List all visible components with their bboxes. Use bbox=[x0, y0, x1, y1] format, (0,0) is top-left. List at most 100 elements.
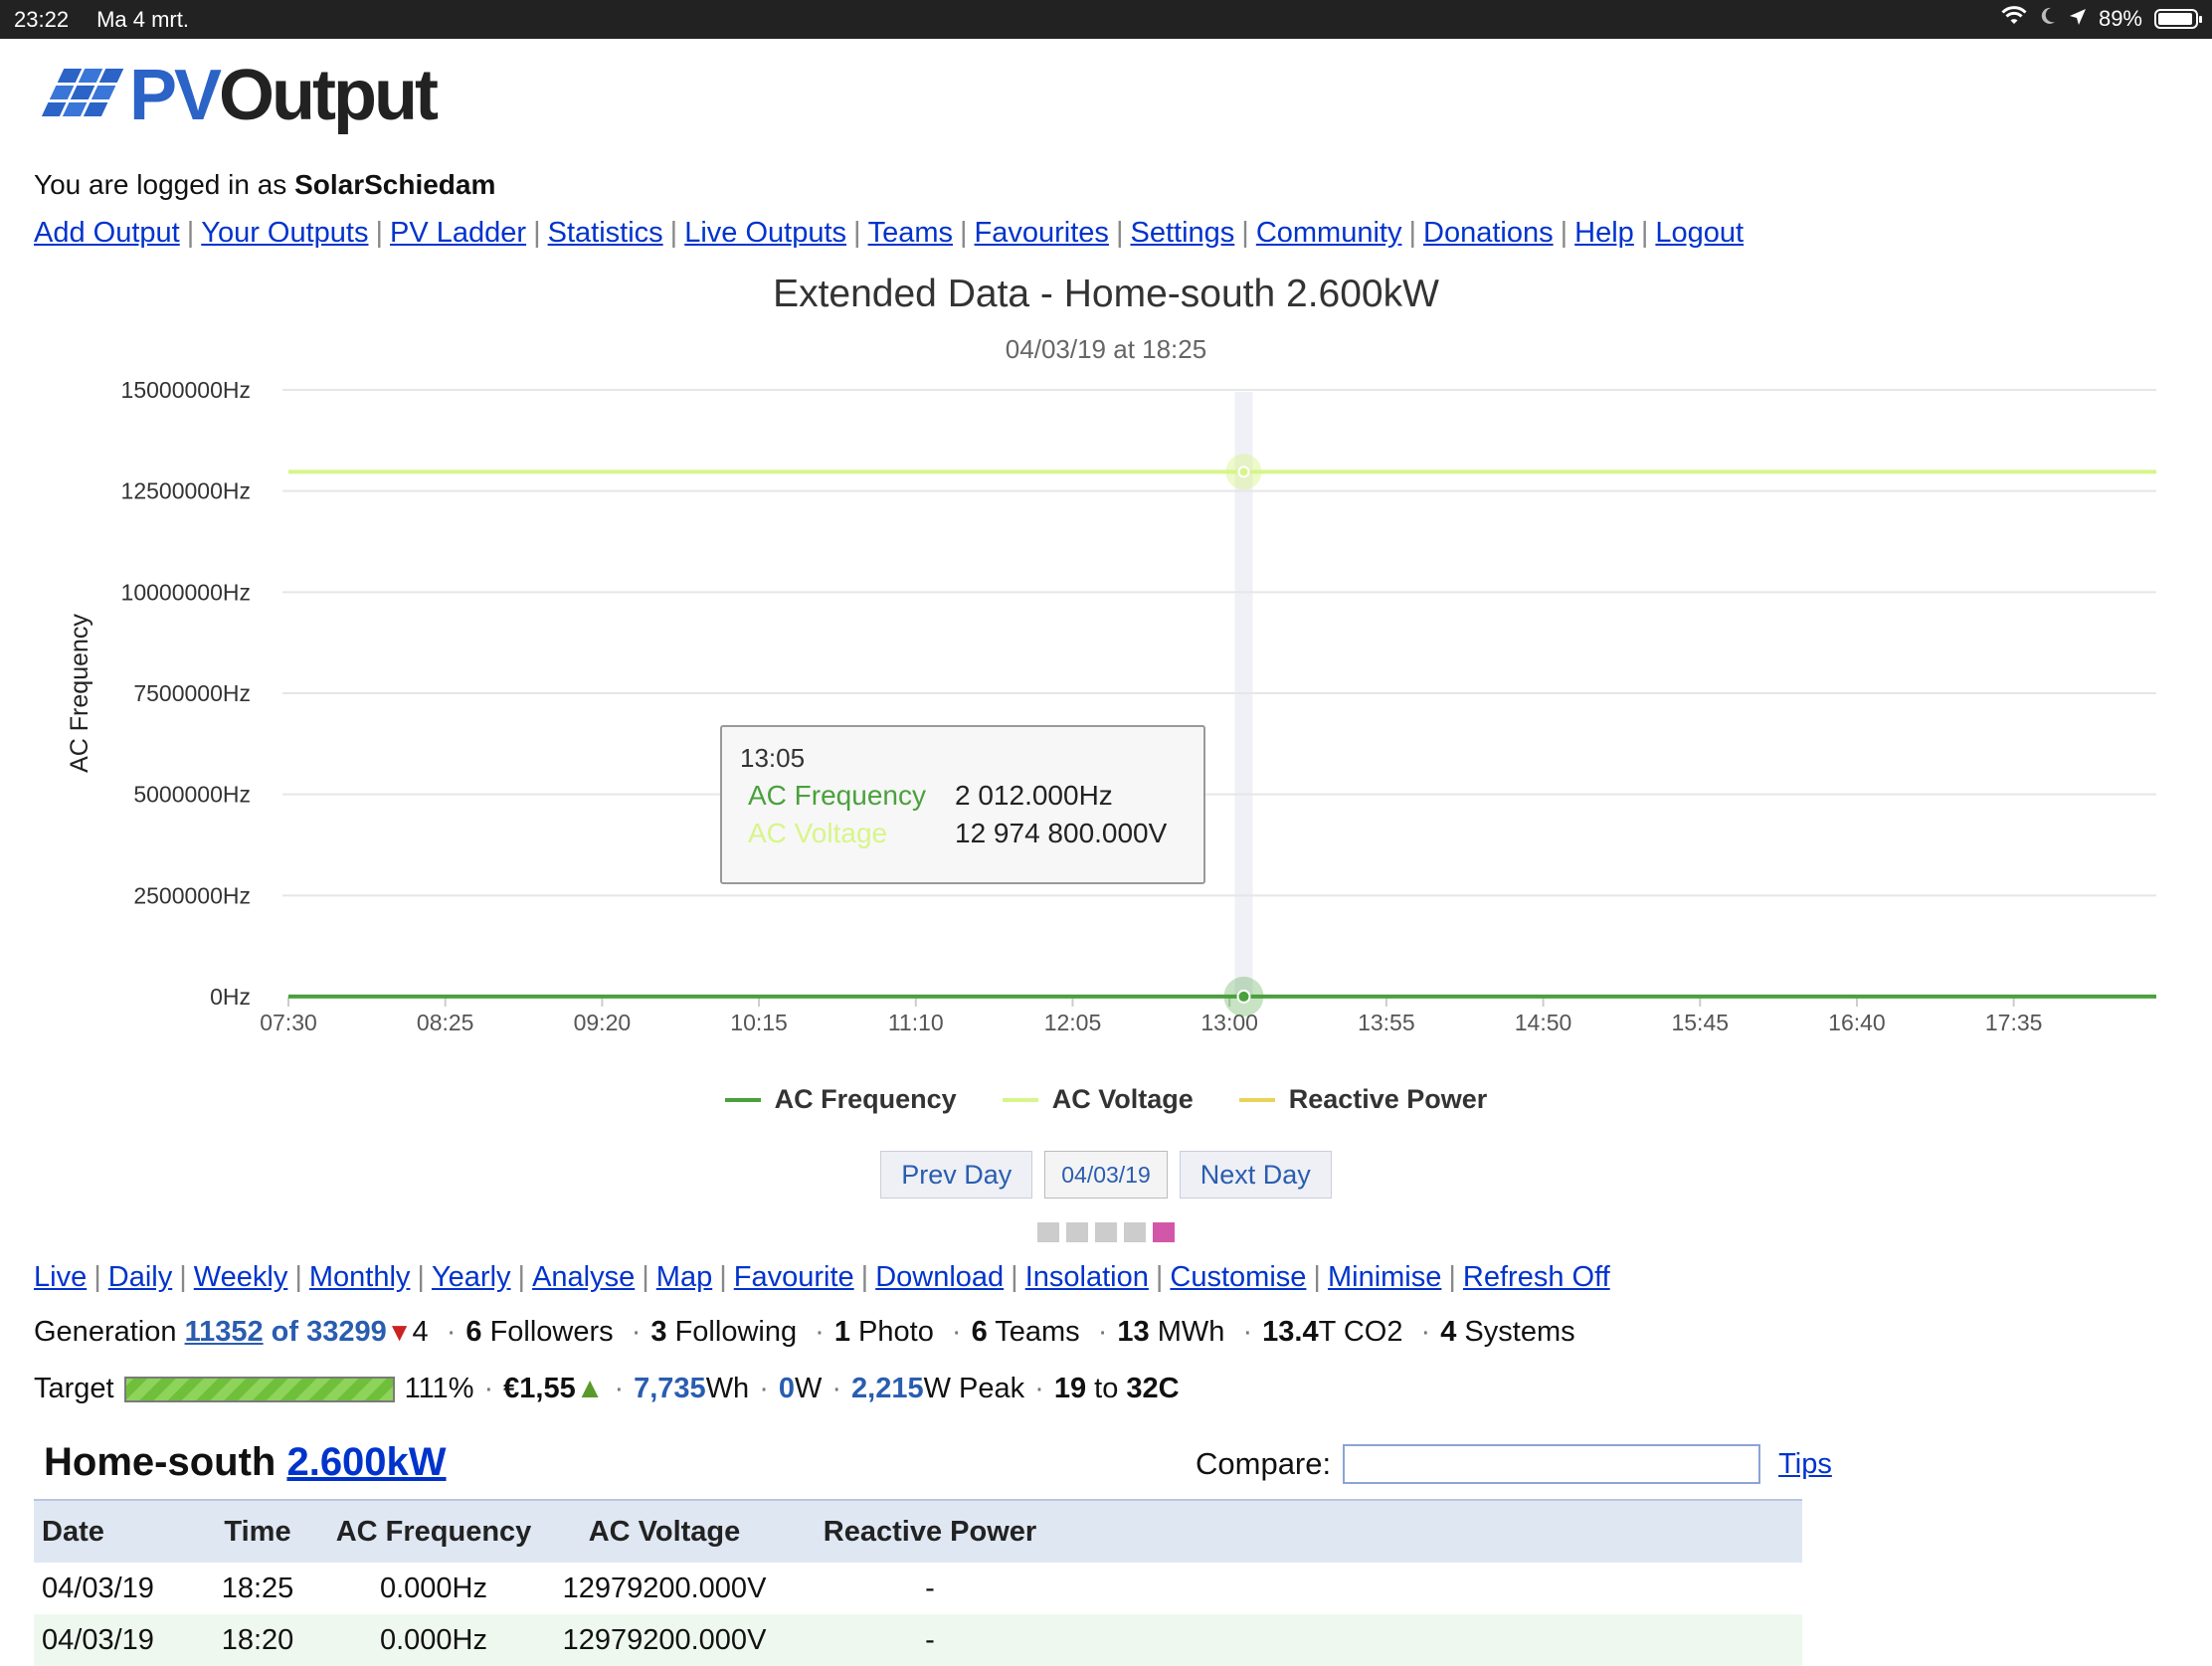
y-tick-label: 12500000Hz bbox=[121, 478, 251, 504]
nav-download[interactable]: Download bbox=[875, 1261, 1004, 1293]
column-header-date[interactable]: Date bbox=[34, 1499, 192, 1563]
nav-help[interactable]: Help bbox=[1574, 217, 1634, 249]
x-tick-label: 15:45 bbox=[1671, 1010, 1729, 1035]
co2-label: T CO2 bbox=[1318, 1316, 1403, 1348]
x-tick-label: 13:55 bbox=[1358, 1010, 1415, 1035]
y-tick-label: 0Hz bbox=[210, 984, 251, 1010]
nav-pv-ladder[interactable]: PV Ladder bbox=[390, 217, 526, 249]
compare-control: Compare: Tips bbox=[1196, 1444, 1832, 1484]
nav-live-outputs[interactable]: Live Outputs bbox=[684, 217, 846, 249]
y-tick-label: 5000000Hz bbox=[133, 782, 251, 808]
nav-settings[interactable]: Settings bbox=[1130, 217, 1234, 249]
legend-label: AC Frequency bbox=[774, 1084, 957, 1114]
nav-teams[interactable]: Teams bbox=[868, 217, 953, 249]
x-tick-label: 07:30 bbox=[260, 1010, 317, 1035]
compare-input[interactable] bbox=[1343, 1444, 1761, 1484]
prev-day-button[interactable]: Prev Day bbox=[880, 1151, 1033, 1199]
chart-legend: AC Frequency AC Voltage Reactive Power bbox=[0, 1084, 2212, 1115]
nav-analyse[interactable]: Analyse bbox=[532, 1261, 635, 1293]
energy-value: 7,735 bbox=[634, 1373, 706, 1404]
rank-change: 4 bbox=[412, 1316, 429, 1348]
generation-of: of 33299 bbox=[271, 1316, 387, 1348]
cell-empty bbox=[1075, 1614, 1802, 1666]
extended-data-table: Date Time AC Frequency AC Voltage Reacti… bbox=[34, 1499, 1802, 1666]
nav-insolation[interactable]: Insolation bbox=[1025, 1261, 1149, 1293]
x-tick-label: 16:40 bbox=[1828, 1010, 1886, 1035]
cell-date: 04/03/19 bbox=[34, 1614, 192, 1666]
y-tick-label: 7500000Hz bbox=[133, 680, 251, 706]
x-tick-label: 10:15 bbox=[730, 1010, 788, 1035]
cell-date: 04/03/19 bbox=[42, 1572, 154, 1604]
page-dot[interactable] bbox=[1037, 1222, 1059, 1242]
hover-point-ac-voltage bbox=[1237, 465, 1250, 478]
next-day-button[interactable]: Next Day bbox=[1179, 1151, 1332, 1199]
solar-panel-icon bbox=[41, 69, 124, 116]
nav-community[interactable]: Community bbox=[1256, 217, 1402, 249]
chart-subtitle: 04/03/19 at 18:25 bbox=[1005, 334, 1207, 364]
x-tick-label: 08:25 bbox=[417, 1010, 474, 1035]
mwh-label: MWh bbox=[1157, 1316, 1225, 1348]
nav-map[interactable]: Map bbox=[656, 1261, 712, 1293]
nav-add-output[interactable]: Add Output bbox=[34, 217, 180, 249]
nav-favourites[interactable]: Favourites bbox=[975, 217, 1109, 249]
y-tick-label: 2500000Hz bbox=[133, 882, 251, 908]
date-picker[interactable]: 04/03/19 bbox=[1044, 1151, 1168, 1199]
system-size-link[interactable]: 2.600kW bbox=[286, 1440, 446, 1484]
temp-high: 32C bbox=[1126, 1373, 1180, 1404]
nav-your-outputs[interactable]: Your Outputs bbox=[201, 217, 368, 249]
table-header-row: Date Time AC Frequency AC Voltage Reacti… bbox=[34, 1499, 1802, 1563]
power-value: 0 bbox=[778, 1373, 795, 1404]
systems-count: 4 bbox=[1440, 1316, 1457, 1348]
energy-unit: Wh bbox=[705, 1373, 750, 1404]
nav-donations[interactable]: Donations bbox=[1423, 217, 1554, 249]
page-dot[interactable] bbox=[1066, 1222, 1088, 1242]
following-count: 3 bbox=[650, 1316, 667, 1348]
photo-label: Photo bbox=[858, 1316, 934, 1348]
x-tick-label: 14:50 bbox=[1515, 1010, 1572, 1035]
nav-favourite[interactable]: Favourite bbox=[734, 1261, 854, 1293]
extended-data-chart[interactable]: 0Hz 2500000Hz 5000000Hz 7500000Hz 10000000Hz… bbox=[0, 368, 2212, 1054]
rank-down-icon: ▼ bbox=[386, 1317, 413, 1347]
y-tick-label: 15000000Hz bbox=[121, 377, 251, 403]
column-header-time[interactable]: Time bbox=[192, 1499, 323, 1563]
generation-rank-link[interactable]: 11352 bbox=[185, 1316, 264, 1348]
logo-text: PVOutput bbox=[129, 56, 439, 135]
nav-yearly[interactable]: Yearly bbox=[432, 1261, 511, 1293]
power-unit: W bbox=[795, 1373, 823, 1404]
nav-daily[interactable]: Daily bbox=[108, 1261, 172, 1293]
chart-page-indicator bbox=[0, 1222, 2212, 1242]
nav-monthly[interactable]: Monthly bbox=[309, 1261, 411, 1293]
nav-weekly[interactable]: Weekly bbox=[194, 1261, 288, 1293]
temp-low: 19 bbox=[1053, 1373, 1087, 1404]
tooltip-time: 13:05 bbox=[740, 743, 806, 773]
nav-live[interactable]: Live bbox=[34, 1261, 87, 1293]
legend-label: AC Voltage bbox=[1051, 1084, 1194, 1114]
legend-item-ac-frequency[interactable]: AC Frequency bbox=[724, 1084, 957, 1115]
nav-statistics[interactable]: Statistics bbox=[548, 217, 663, 249]
followers-label: Followers bbox=[489, 1316, 614, 1348]
pvoutput-logo[interactable]: PVOutput bbox=[34, 56, 439, 135]
page-dot[interactable] bbox=[1095, 1222, 1117, 1242]
tips-link[interactable]: Tips bbox=[1778, 1448, 1832, 1481]
nav-refresh-off[interactable]: Refresh Off bbox=[1463, 1261, 1610, 1293]
column-header-reactive-power[interactable]: Reactive Power bbox=[785, 1499, 1075, 1563]
column-header-ac-voltage[interactable]: AC Voltage bbox=[544, 1499, 785, 1563]
system-name: Home-south bbox=[44, 1440, 276, 1484]
photo-count: 1 bbox=[833, 1316, 850, 1348]
nav-logout[interactable]: Logout bbox=[1655, 217, 1744, 249]
hover-point-ac-frequency bbox=[1236, 989, 1251, 1004]
page-dot-active[interactable] bbox=[1153, 1222, 1175, 1242]
nav-minimise[interactable]: Minimise bbox=[1328, 1261, 1441, 1293]
legend-item-reactive-power[interactable]: Reactive Power bbox=[1238, 1084, 1487, 1115]
teams-count: 6 bbox=[971, 1316, 988, 1348]
nav-customise[interactable]: Customise bbox=[1170, 1261, 1306, 1293]
target-stats: Target 111% · €1,55 ▲ · 7,735 Wh · 0 W · 2,215 W… bbox=[34, 1373, 1180, 1404]
page-dot[interactable] bbox=[1124, 1222, 1146, 1242]
legend-item-ac-voltage[interactable]: AC Voltage bbox=[1002, 1084, 1194, 1115]
cell-time: 18:25 bbox=[221, 1572, 294, 1604]
x-tick-label: 12:05 bbox=[1044, 1010, 1102, 1035]
chart-title: Extended Data - Home-south 2.600kW bbox=[773, 273, 1439, 315]
cell-ac-frequency: 0.000Hz bbox=[379, 1572, 487, 1604]
column-header-ac-frequency[interactable]: AC Frequency bbox=[323, 1499, 544, 1563]
main-nav: Add Output | Your Outputs | PV Ladder | Statis… bbox=[34, 217, 1745, 249]
